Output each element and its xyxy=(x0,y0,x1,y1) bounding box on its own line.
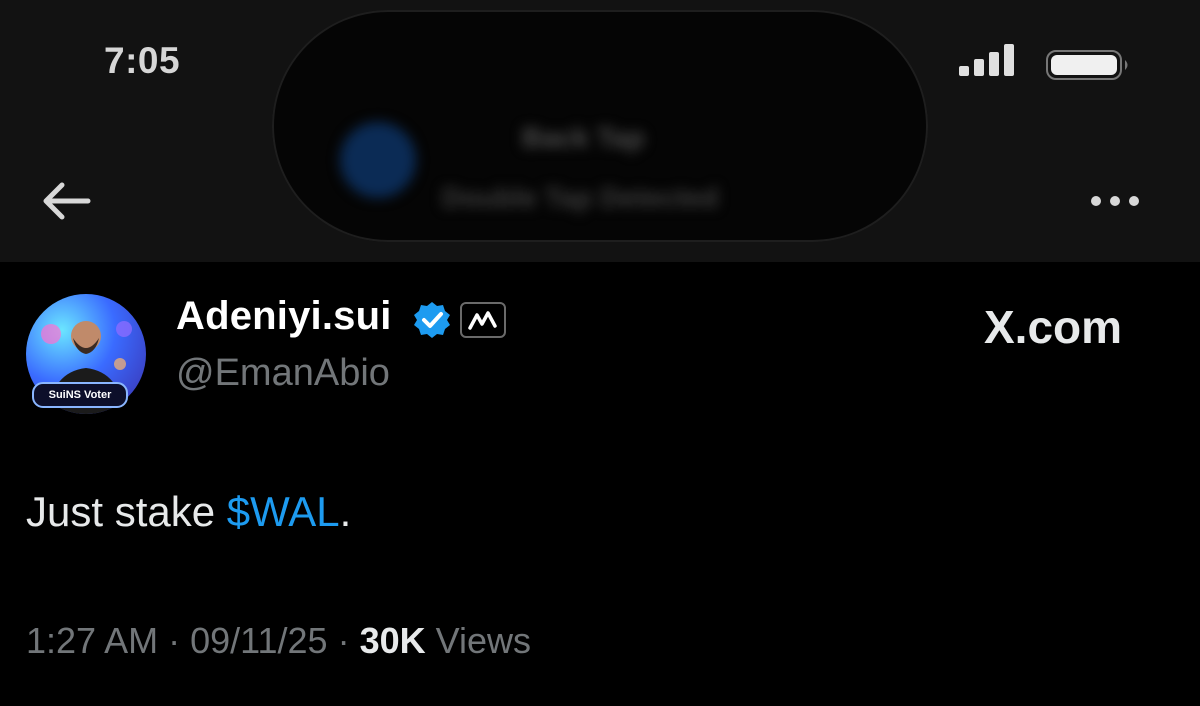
source-label: X.com xyxy=(984,301,1123,353)
tweet-text-prefix: Just stake xyxy=(26,488,227,535)
views-count[interactable]: 30K xyxy=(360,620,426,661)
battery-icon xyxy=(1046,50,1128,80)
tweet-text: Just stake $WAL. xyxy=(26,488,351,536)
tweet-meta: 1:27 AM · 09/11/25 · 30K Views xyxy=(26,620,531,662)
meta-separator: · xyxy=(327,620,360,661)
user-handle[interactable]: @EmanAbio xyxy=(176,352,390,395)
tweet-time[interactable]: 1:27 AM xyxy=(26,620,158,661)
verified-badge-icon xyxy=(414,302,450,338)
avatar-badge: SuiNS Voter xyxy=(32,382,128,408)
views-label: Views xyxy=(425,620,531,661)
tweet-date[interactable]: 09/11/25 xyxy=(190,620,327,661)
display-name[interactable]: Adeniyi.sui xyxy=(176,294,392,339)
back-arrow-icon[interactable] xyxy=(38,176,94,226)
affiliation-logo-icon xyxy=(468,311,497,330)
status-and-nav-bar: 7:05 Back Tap Double Tap Detected xyxy=(0,0,1200,262)
tweet-text-suffix: . xyxy=(339,488,352,535)
cellular-signal-icon xyxy=(959,44,1014,76)
island-notification: Back Tap Double Tap Detected xyxy=(272,10,928,242)
more-options-icon[interactable] xyxy=(1086,186,1144,216)
affiliation-badge[interactable] xyxy=(460,302,506,338)
island-app-icon xyxy=(340,122,416,198)
cashtag-link[interactable]: $WAL xyxy=(227,488,340,535)
meta-separator: · xyxy=(158,620,191,661)
dynamic-island: Back Tap Double Tap Detected xyxy=(272,10,928,242)
island-subtitle: Double Tap Detected xyxy=(442,182,719,213)
island-title: Back Tap xyxy=(522,122,645,153)
status-time: 7:05 xyxy=(104,40,181,81)
